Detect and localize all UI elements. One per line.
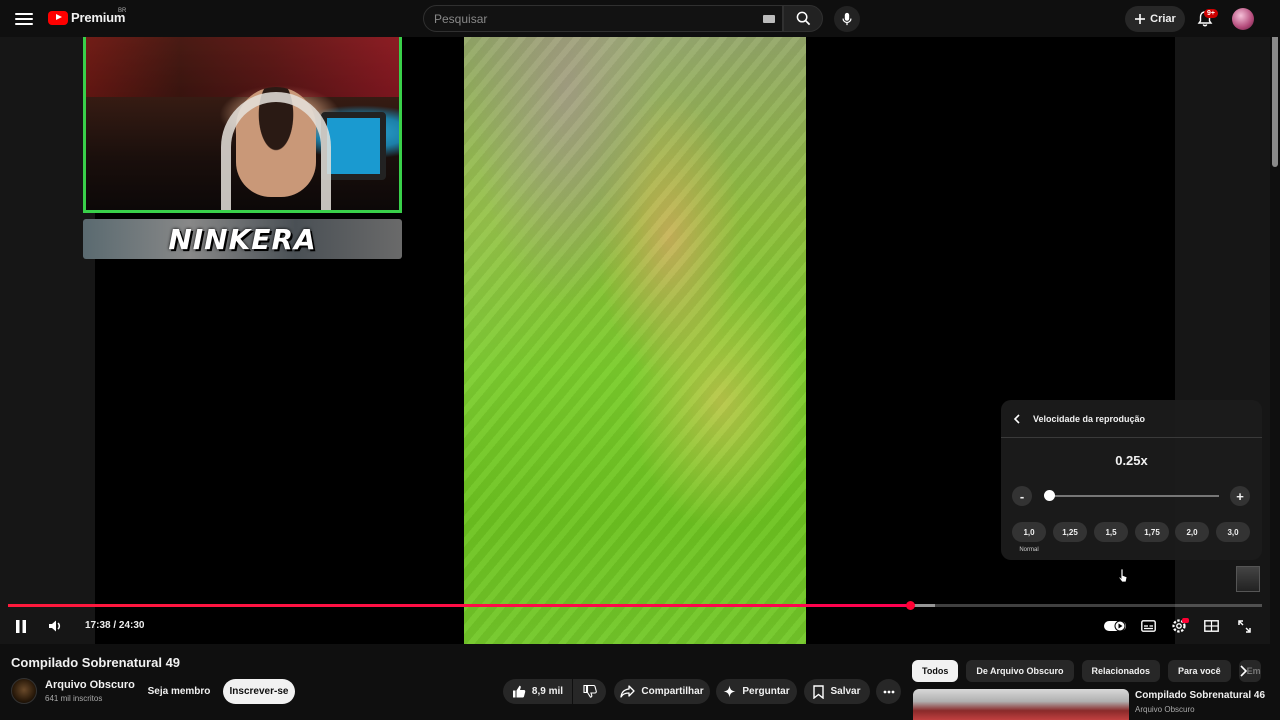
preview-thumbnail <box>1236 566 1260 592</box>
speed-preset-1-25[interactable]: 1,25 <box>1053 522 1087 542</box>
subtitles-button[interactable] <box>1139 616 1157 636</box>
speed-menu-title: Velocidade da reprodução <box>1033 413 1146 424</box>
like-button[interactable]: 8,9 mil <box>503 679 572 704</box>
progress-bar[interactable] <box>8 604 1262 607</box>
search-box <box>423 5 783 32</box>
speed-preset-1-5[interactable]: 1,5 <box>1094 522 1128 542</box>
playback-speed-menu: Velocidade da reprodução 0.25x - + 1,0 1… <box>1001 400 1262 560</box>
ask-button[interactable]: Perguntar <box>716 679 797 704</box>
settings-button[interactable] <box>1170 616 1190 636</box>
webcam-overlay <box>83 37 402 213</box>
speed-preset-2-0[interactable]: 2,0 <box>1175 522 1209 542</box>
volume-button[interactable] <box>46 616 64 636</box>
ask-label: Perguntar <box>742 686 790 697</box>
like-count: 8,9 mil <box>531 686 564 697</box>
voice-search-button[interactable] <box>834 6 860 32</box>
progress-played <box>8 604 911 607</box>
mouse-cursor-icon <box>1118 568 1128 583</box>
share-label: Compartilhar <box>641 686 704 697</box>
save-label: Salvar <box>830 686 861 697</box>
join-button[interactable]: Seja membro <box>141 679 217 704</box>
fullscreen-button[interactable] <box>1235 616 1253 636</box>
current-speed-value: 0.25x <box>1115 453 1148 468</box>
chip-de-arquivo-obscuro[interactable]: De Arquivo Obscuro <box>966 660 1074 682</box>
speed-slider-track[interactable] <box>1046 495 1219 497</box>
sparkle-icon <box>723 685 736 698</box>
more-actions-button[interactable] <box>876 679 901 704</box>
channel-name[interactable]: Arquivo Obscuro <box>45 679 135 691</box>
create-label: Criar <box>1150 13 1176 25</box>
save-button[interactable]: Salvar <box>804 679 870 704</box>
related-filter-chips: Todos De Arquivo Obscuro Relacionados Pa… <box>912 660 1261 682</box>
subscribe-button[interactable]: Inscrever-se <box>223 679 295 704</box>
search-icon <box>796 11 810 26</box>
autoplay-toggle-icon <box>1104 620 1126 632</box>
speed-preset-3-0[interactable]: 3,0 <box>1216 522 1250 542</box>
player-pillarbox-left <box>0 37 95 644</box>
notification-badge: 9+ <box>1204 9 1218 18</box>
progress-scrubber[interactable] <box>906 601 915 610</box>
fullscreen-icon <box>1237 619 1251 633</box>
recommendation-thumbnail[interactable] <box>913 689 1129 720</box>
speed-increase-button[interactable]: + <box>1230 486 1250 506</box>
speed-slider-thumb[interactable] <box>1044 490 1055 501</box>
streamer-name: NINKERA <box>168 222 317 256</box>
plus-icon <box>1135 14 1146 24</box>
headphones <box>221 92 331 210</box>
create-button[interactable]: Criar <box>1125 6 1185 32</box>
streamer-name-banner: NINKERA <box>83 219 402 259</box>
recommendation-title[interactable]: Compilado Sobrenatural 46 <box>1135 690 1265 701</box>
speed-preset-1-75[interactable]: 1,75 <box>1135 522 1169 542</box>
bookmark-icon <box>813 684 825 699</box>
video-frame <box>464 37 806 644</box>
autoplay-toggle[interactable] <box>1103 616 1127 636</box>
webcam-background-lights <box>86 37 399 97</box>
channel-avatar[interactable] <box>11 678 37 704</box>
chevron-right-icon <box>1240 665 1247 677</box>
chip-para-voce[interactable]: Para você <box>1168 660 1231 682</box>
thumbs-down-icon <box>582 685 597 698</box>
menu-icon[interactable] <box>14 9 34 29</box>
gear-icon <box>1172 618 1189 633</box>
chip-relacionados[interactable]: Relacionados <box>1081 660 1161 682</box>
thumbs-up-icon <box>512 685 526 698</box>
pause-button[interactable] <box>12 616 30 636</box>
logo-country: BR <box>118 8 127 14</box>
chip-todos[interactable]: Todos <box>912 660 959 682</box>
recommendation-channel: Arquivo Obscuro <box>1135 705 1195 714</box>
miniplayer-icon <box>1203 620 1219 632</box>
time-display: 17:38 / 24:30 <box>85 620 145 631</box>
time-current: 17:38 <box>85 620 111 631</box>
pause-icon <box>16 619 26 633</box>
masthead: Premium BR Criar 9+ <box>0 0 1280 37</box>
back-chevron-icon[interactable] <box>1013 413 1025 425</box>
video-title: Compilado Sobrenatural 49 <box>11 655 181 670</box>
time-total: 24:30 <box>118 620 145 631</box>
microphone-icon <box>842 12 852 26</box>
volume-icon <box>48 620 60 632</box>
youtube-logo-icon <box>48 10 68 25</box>
more-horizontal-icon <box>883 690 894 693</box>
time-separator: / <box>110 620 119 631</box>
youtube-premium-logo[interactable]: Premium BR <box>48 8 127 25</box>
search-button[interactable] <box>783 5 823 32</box>
subscriber-count: 641 mil inscritos <box>45 694 103 703</box>
speed-menu-header[interactable]: Velocidade da reprodução <box>1001 400 1262 438</box>
share-button[interactable]: Compartilhar <box>614 679 710 704</box>
search-input[interactable] <box>434 6 734 31</box>
subtitles-icon <box>1140 620 1156 632</box>
user-avatar[interactable] <box>1232 8 1254 30</box>
chips-next-button[interactable] <box>1234 662 1252 680</box>
speed-decrease-button[interactable]: - <box>1012 486 1032 506</box>
miniplayer-button[interactable] <box>1202 616 1220 636</box>
keyboard-icon[interactable] <box>763 15 775 23</box>
dislike-button[interactable] <box>573 679 606 704</box>
speed-preset-1-0[interactable]: 1,0 <box>1012 522 1046 542</box>
speed-normal-label: Normal <box>1019 547 1039 553</box>
share-icon <box>620 685 636 698</box>
